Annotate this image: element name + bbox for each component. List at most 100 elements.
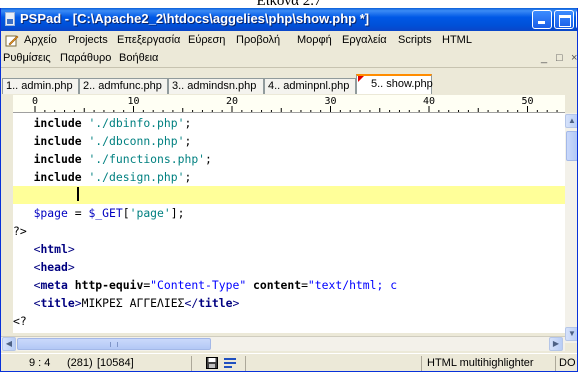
code-token: = [67, 206, 89, 220]
tab-admfunc-php[interactable]: 2.. admfunc.php [79, 78, 168, 94]
menu-tools[interactable]: Εργαλεία [342, 34, 387, 46]
code-line[interactable]: <meta http-equiv="Content-Type" content=… [13, 276, 565, 294]
status-encoding: DO [559, 357, 576, 369]
code-token: ΜΙΚΡΕΣ ΑΓΓΕΛΙΕΣ [81, 296, 185, 310]
code-token: > [67, 242, 75, 256]
mdi-close-button[interactable]: × [571, 52, 577, 64]
code-token: './dbinfo.php' [88, 116, 185, 130]
menu-view[interactable]: Προβολή [236, 34, 280, 46]
status-separator [555, 356, 556, 371]
window-title: PSPad - [C:\Apache2_2\htdocs\aggelies\ph… [20, 11, 370, 26]
mdi-restore-button[interactable]: □ [556, 52, 563, 64]
menu-window[interactable]: Παράθυρο [60, 52, 111, 64]
code-token: title [198, 296, 233, 310]
code-line[interactable]: <? [13, 312, 565, 330]
code-token: content [253, 278, 302, 292]
menu-html[interactable]: HTML [442, 34, 472, 46]
tab-adminpnl-php[interactable]: 4.. adminpnl.php [264, 78, 356, 94]
save-icon[interactable] [206, 357, 218, 369]
menu-file[interactable]: Αρχείο [24, 34, 57, 46]
code-token: './design.php' [88, 170, 185, 184]
code-token: html [40, 242, 68, 256]
code-token: = [301, 278, 308, 292]
menu-search[interactable]: Εύρεση [188, 34, 225, 46]
document-tabs: 1.. admin.php 2.. admfunc.php 3.. admind… [1, 70, 577, 94]
scroll-right-icon[interactable]: ▶ [549, 337, 563, 351]
menu-settings[interactable]: Ρυθμίσεις [3, 52, 51, 64]
ruler-label: 10 [128, 96, 140, 107]
menu-scripts[interactable]: Scripts [398, 34, 432, 46]
scroll-down-icon[interactable]: ▼ [565, 327, 577, 341]
code-token: ; [184, 170, 192, 184]
status-position: 9 : 4 [29, 357, 51, 369]
code-token: ; [184, 134, 192, 148]
minimize-button[interactable] [532, 10, 552, 29]
code-line[interactable]: <title>ΜΙΚΡΕΣ ΑΓΓΕΛΙΕΣ</title> [13, 294, 565, 312]
code-line[interactable]: ?> [13, 222, 565, 240]
title-bar[interactable]: PSPad - [C:\Apache2_2\htdocs\aggelies\ph… [1, 8, 577, 31]
code-token: </ [184, 296, 199, 310]
text-cursor [77, 187, 79, 201]
code-token: 'page' [129, 206, 171, 220]
code-token: ]; [170, 206, 185, 220]
document-edit-icon[interactable] [5, 34, 19, 47]
ruler-label: 40 [423, 96, 435, 107]
editor-gutter [1, 113, 13, 333]
status-separator [245, 356, 246, 371]
tab-show-php[interactable]: 5.. show.php [356, 74, 433, 94]
vertical-scroll-thumb[interactable] [566, 131, 577, 161]
code-token: include [33, 134, 82, 148]
code-token: "text/html; c [307, 278, 398, 292]
code-line[interactable]: include './dbconn.php'; [13, 132, 565, 150]
code-token: ?> [13, 224, 27, 238]
code-token: ; [205, 152, 212, 166]
line-ending-icon[interactable] [224, 358, 236, 368]
scroll-up-icon[interactable]: ▲ [565, 114, 577, 128]
code-token: head [40, 260, 68, 274]
horizontal-scroll-thumb[interactable] [17, 338, 211, 350]
code-line[interactable]: $page = $_GET['page']; [13, 204, 565, 222]
menu-format[interactable]: Μορφή [297, 34, 332, 46]
menu-bar: Αρχείο Projects Επεξεργασία Εύρεση Προβο… [1, 31, 577, 50]
tab-show-php-label: 5.. show.php [371, 78, 433, 90]
mdi-minimize-button[interactable]: _ [541, 52, 547, 64]
code-token: > [232, 296, 240, 310]
menu-edit[interactable]: Επεξεργασία [117, 34, 180, 46]
menu-help[interactable]: Βοήθεια [119, 52, 158, 64]
horizontal-scrollbar[interactable]: ◀ ▶ [1, 336, 565, 351]
scroll-left-icon[interactable]: ◀ [2, 337, 16, 351]
pspad-window: PSPad - [C:\Apache2_2\htdocs\aggelies\ph… [0, 8, 578, 372]
code-token: ; [184, 116, 192, 130]
menu-projects[interactable]: Projects [68, 34, 108, 46]
code-editor[interactable]: include './dbinfo.php'; include './dbcon… [13, 113, 565, 333]
code-line[interactable]: include './functions.php'; [13, 150, 565, 168]
vertical-scrollbar[interactable]: ▲ ▼ [565, 113, 577, 343]
code-token: $_GET [88, 206, 123, 220]
tab-admindsn-php[interactable]: 3.. admindsn.php [168, 78, 264, 94]
status-count: (281) [67, 357, 93, 369]
pspad-app-icon[interactable] [5, 12, 15, 26]
code-token: > [74, 296, 82, 310]
code-token: include [33, 116, 82, 130]
code-token: './dbconn.php' [88, 134, 185, 148]
maximize-button[interactable] [554, 10, 574, 29]
code-token: include [33, 170, 82, 184]
ruler-label: 50 [522, 96, 534, 107]
column-ruler: 0 10 20 30 40 50 [13, 95, 565, 113]
tab-admin-php[interactable]: 1.. admin.php [2, 78, 79, 94]
code-token: './functions.php' [88, 152, 206, 166]
code-line[interactable]: <html> [13, 240, 565, 258]
code-line[interactable]: <head> [13, 258, 565, 276]
code-token: $page [33, 206, 68, 220]
code-line[interactable]: include './design.php'; [13, 168, 565, 186]
status-size: [10584] [97, 357, 134, 369]
modified-marker [358, 76, 364, 82]
ruler-label: 0 [32, 96, 38, 107]
current-code-line[interactable] [13, 186, 565, 204]
code-line[interactable]: include './dbinfo.php'; [13, 114, 565, 132]
